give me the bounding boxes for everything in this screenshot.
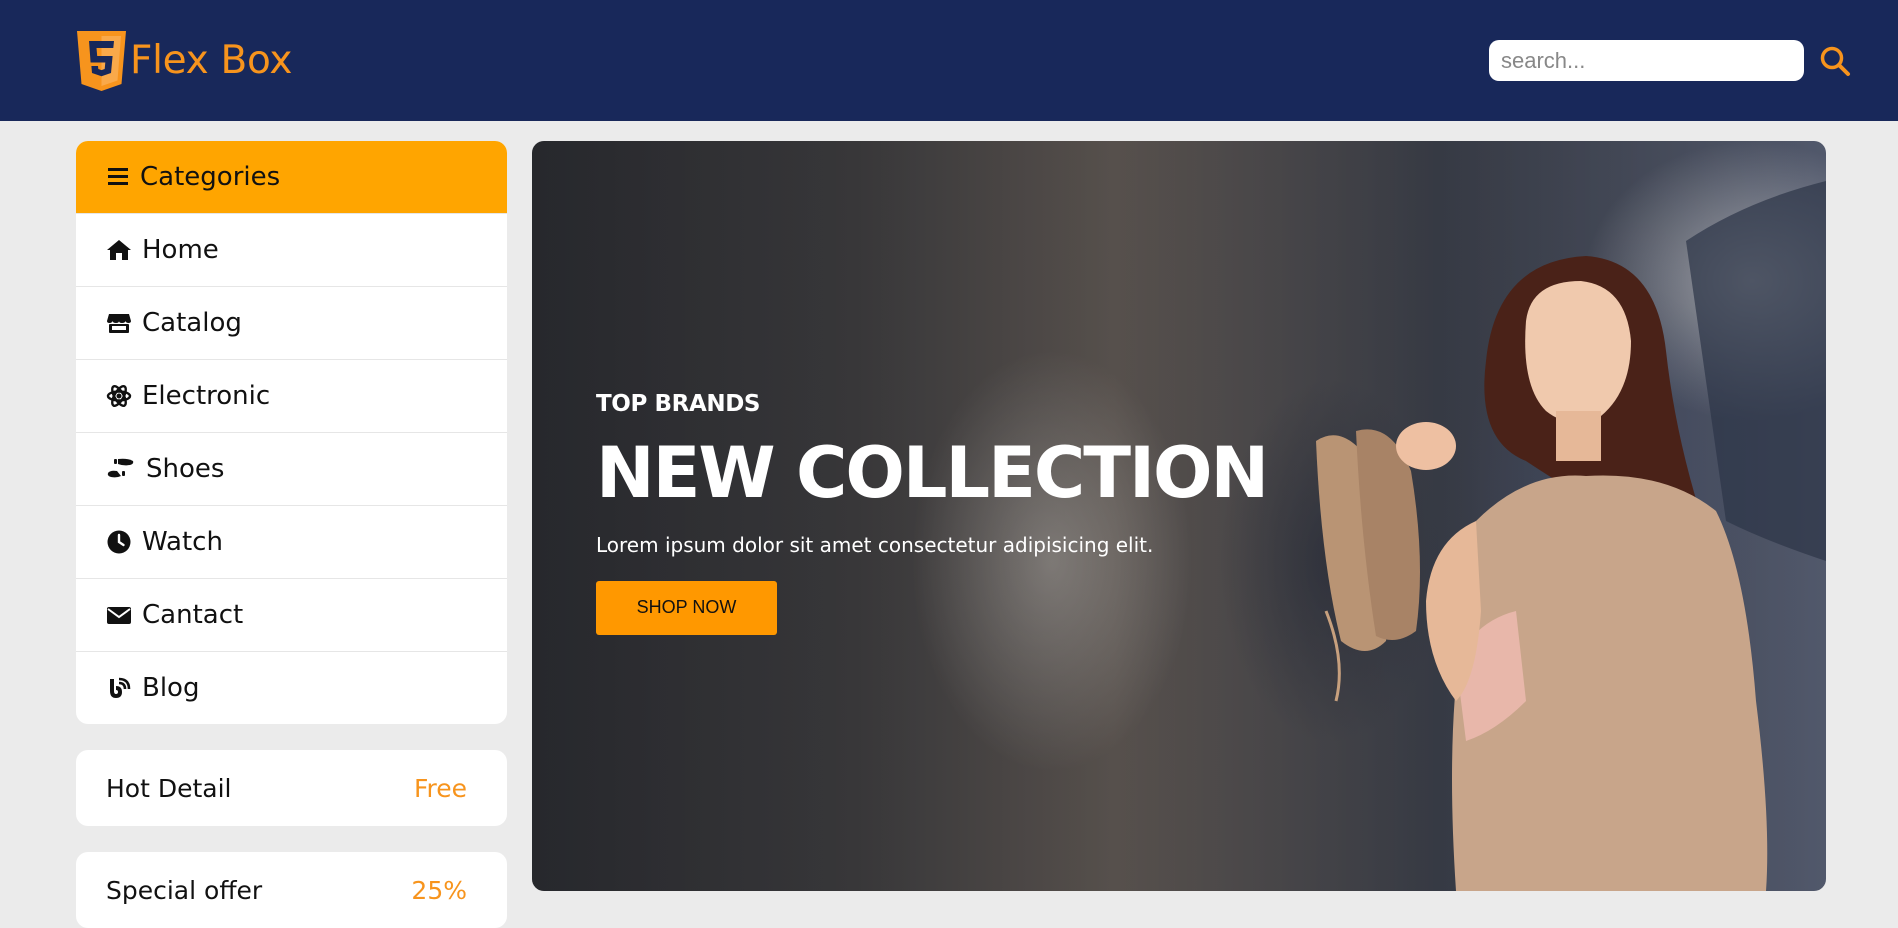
sidebar-item-electronic[interactable]: Electronic bbox=[76, 359, 507, 432]
sidebar-item-home[interactable]: Home bbox=[76, 213, 507, 286]
search-button[interactable] bbox=[1818, 44, 1852, 78]
hot-detail-card[interactable]: Hot Detail Free bbox=[76, 750, 507, 826]
hero-banner: TOP BRANDS NEW COLLECTION Lorem ipsum do… bbox=[532, 141, 1826, 891]
hero-eyebrow: TOP BRANDS bbox=[596, 391, 761, 417]
hero-title: NEW COLLECTION bbox=[596, 432, 1269, 514]
special-offer-value: 25% bbox=[411, 875, 467, 905]
special-offer-label: Special offer bbox=[106, 875, 263, 905]
categories-header[interactable]: Categories bbox=[76, 141, 507, 213]
sidebar: Categories Home Catalog Electronic Shoes… bbox=[76, 141, 507, 928]
search-input[interactable] bbox=[1489, 40, 1804, 81]
sidebar-item-label: Catalog bbox=[142, 308, 242, 338]
clock-icon bbox=[107, 530, 131, 554]
sidebar-item-label: Blog bbox=[142, 673, 200, 703]
special-offer-card[interactable]: Special offer 25% bbox=[76, 852, 507, 928]
sidebar-item-shoes[interactable]: Shoes bbox=[76, 432, 507, 505]
hot-detail-label: Hot Detail bbox=[106, 773, 232, 803]
search-icon bbox=[1820, 46, 1850, 76]
shoe-prints-icon bbox=[107, 458, 134, 478]
hero-subtitle: Lorem ipsum dolor sit amet consectetur a… bbox=[596, 532, 1154, 557]
sidebar-item-label: Shoes bbox=[146, 454, 225, 484]
sidebar-item-label: Cantact bbox=[142, 600, 244, 630]
sidebar-item-watch[interactable]: Watch bbox=[76, 505, 507, 578]
store-icon bbox=[107, 314, 131, 333]
sidebar-item-label: Electronic bbox=[142, 381, 271, 411]
hero-content: TOP BRANDS NEW COLLECTION Lorem ipsum do… bbox=[596, 391, 1269, 635]
sidebar-item-contact[interactable]: Cantact bbox=[76, 578, 507, 651]
sidebar-item-label: Watch bbox=[142, 527, 223, 557]
blog-icon bbox=[110, 677, 131, 698]
sidebar-item-label: Home bbox=[142, 235, 219, 265]
html5-logo-icon bbox=[77, 30, 126, 91]
top-navbar: Flex Box bbox=[0, 0, 1898, 121]
hot-detail-value: Free bbox=[413, 773, 467, 803]
brand-name: Flex Box bbox=[130, 38, 293, 83]
atom-icon bbox=[106, 385, 132, 407]
search-bar bbox=[1489, 40, 1852, 81]
brand[interactable]: Flex Box bbox=[75, 29, 292, 93]
home-icon bbox=[107, 240, 131, 260]
hero-model-illustration bbox=[1316, 181, 1826, 891]
shop-now-button[interactable]: SHOP NOW bbox=[596, 580, 777, 635]
envelope-icon bbox=[107, 607, 131, 624]
hamburger-menu-icon bbox=[108, 168, 128, 185]
categories-title: Categories bbox=[140, 162, 281, 192]
sidebar-item-catalog[interactable]: Catalog bbox=[76, 286, 507, 359]
categories-menu: Categories Home Catalog Electronic Shoes… bbox=[76, 141, 507, 724]
sidebar-item-blog[interactable]: Blog bbox=[76, 651, 507, 724]
